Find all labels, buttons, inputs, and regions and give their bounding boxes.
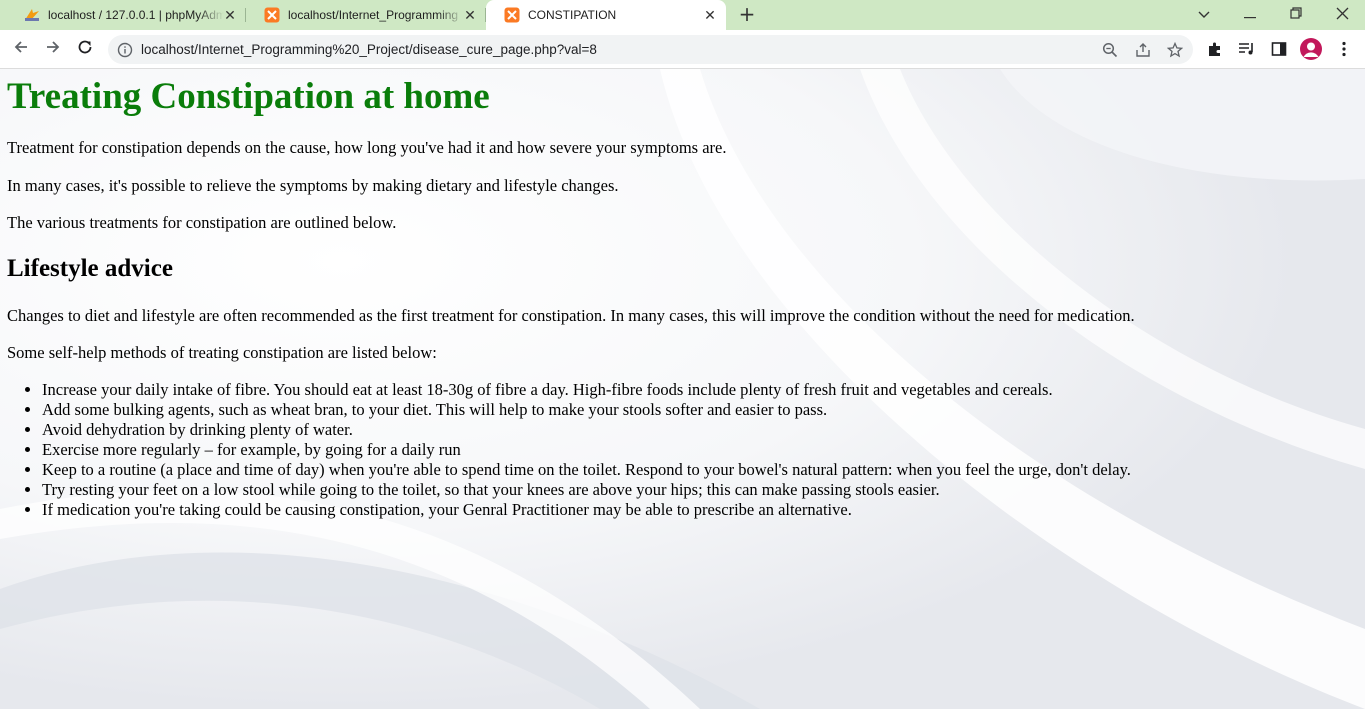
zoom-icon[interactable] [1100, 40, 1120, 60]
list-item: Keep to a routine (a place and time of d… [42, 460, 1131, 480]
xampp-icon [504, 7, 520, 23]
chevron-down-icon [1198, 8, 1210, 23]
tab-title: localhost / 127.0.0.1 | phpMyAdmin [48, 8, 224, 22]
phpmyadmin-icon [24, 7, 40, 23]
profile-avatar[interactable] [1300, 38, 1322, 60]
section-heading: Lifestyle advice [7, 255, 173, 282]
list-item: Increase your daily intake of fibre. You… [42, 380, 1131, 400]
close-icon [1336, 7, 1349, 24]
list-item: Add some bulking agents, such as wheat b… [42, 400, 1131, 420]
address-bar[interactable]: localhost/Internet_Programming%20_Projec… [108, 35, 1193, 64]
minimize-icon [1244, 8, 1256, 23]
forward-button[interactable] [41, 37, 65, 61]
list-item: If medication you're taking could be cau… [42, 500, 1131, 520]
intro-paragraph-2: In many cases, it's possible to relieve … [7, 176, 619, 195]
tab-title: CONSTIPATION [528, 8, 617, 22]
close-icon[interactable]: ✕ [462, 7, 478, 23]
tab-strip: localhost / 127.0.0.1 | phpMyAdmin ✕ loc… [0, 0, 1365, 30]
restore-icon [1290, 7, 1302, 23]
arrow-left-icon [13, 39, 29, 60]
tips-list: Increase your daily intake of fibre. You… [7, 380, 1131, 520]
minimize-button[interactable] [1230, 0, 1270, 30]
intro-paragraph-3: The various treatments for constipation … [7, 213, 397, 232]
media-queue-icon[interactable] [1237, 39, 1257, 59]
tab-phpmyadmin[interactable]: localhost / 127.0.0.1 | phpMyAdmin ✕ [6, 0, 246, 30]
restore-button[interactable] [1276, 0, 1316, 30]
info-icon[interactable] [115, 40, 135, 60]
list-item: Try resting your feet on a low stool whi… [42, 480, 1131, 500]
share-icon[interactable] [1133, 40, 1153, 60]
tab-search-button[interactable] [1184, 0, 1224, 30]
tab-internet-programming[interactable]: localhost/Internet_Programming ✕ [246, 0, 486, 30]
url-text: localhost/Internet_Programming%20_Projec… [141, 42, 597, 57]
close-icon[interactable]: ✕ [222, 7, 238, 23]
body-paragraph-2: Some self-help methods of treating const… [7, 343, 437, 362]
close-icon[interactable]: ✕ [702, 7, 718, 23]
body-paragraph-1: Changes to diet and lifestyle are often … [7, 306, 1135, 325]
browser-toolbar: localhost/Internet_Programming%20_Projec… [0, 30, 1365, 69]
intro-paragraph-1: Treatment for constipation depends on th… [7, 138, 727, 157]
kebab-menu-icon[interactable] [1334, 39, 1354, 59]
list-item: Avoid dehydration by drinking plenty of … [42, 420, 1131, 440]
back-button[interactable] [9, 37, 33, 61]
bookmark-star-icon[interactable] [1165, 40, 1185, 60]
side-panel-icon[interactable] [1269, 39, 1289, 59]
reload-button[interactable] [73, 37, 97, 61]
page-title: Treating Constipation at home [7, 76, 490, 117]
close-window-button[interactable] [1322, 0, 1362, 30]
page-viewport: Treating Constipation at home Treatment … [0, 69, 1365, 709]
new-tab-button[interactable]: + [736, 3, 758, 25]
tab-title: localhost/Internet_Programming [288, 8, 459, 22]
tab-constipation[interactable]: CONSTIPATION ✕ [486, 0, 726, 30]
reload-icon [77, 39, 93, 60]
extensions-icon[interactable] [1205, 39, 1225, 59]
xampp-icon [264, 7, 280, 23]
arrow-right-icon [45, 39, 61, 60]
list-item: Exercise more regularly – for example, b… [42, 440, 1131, 460]
